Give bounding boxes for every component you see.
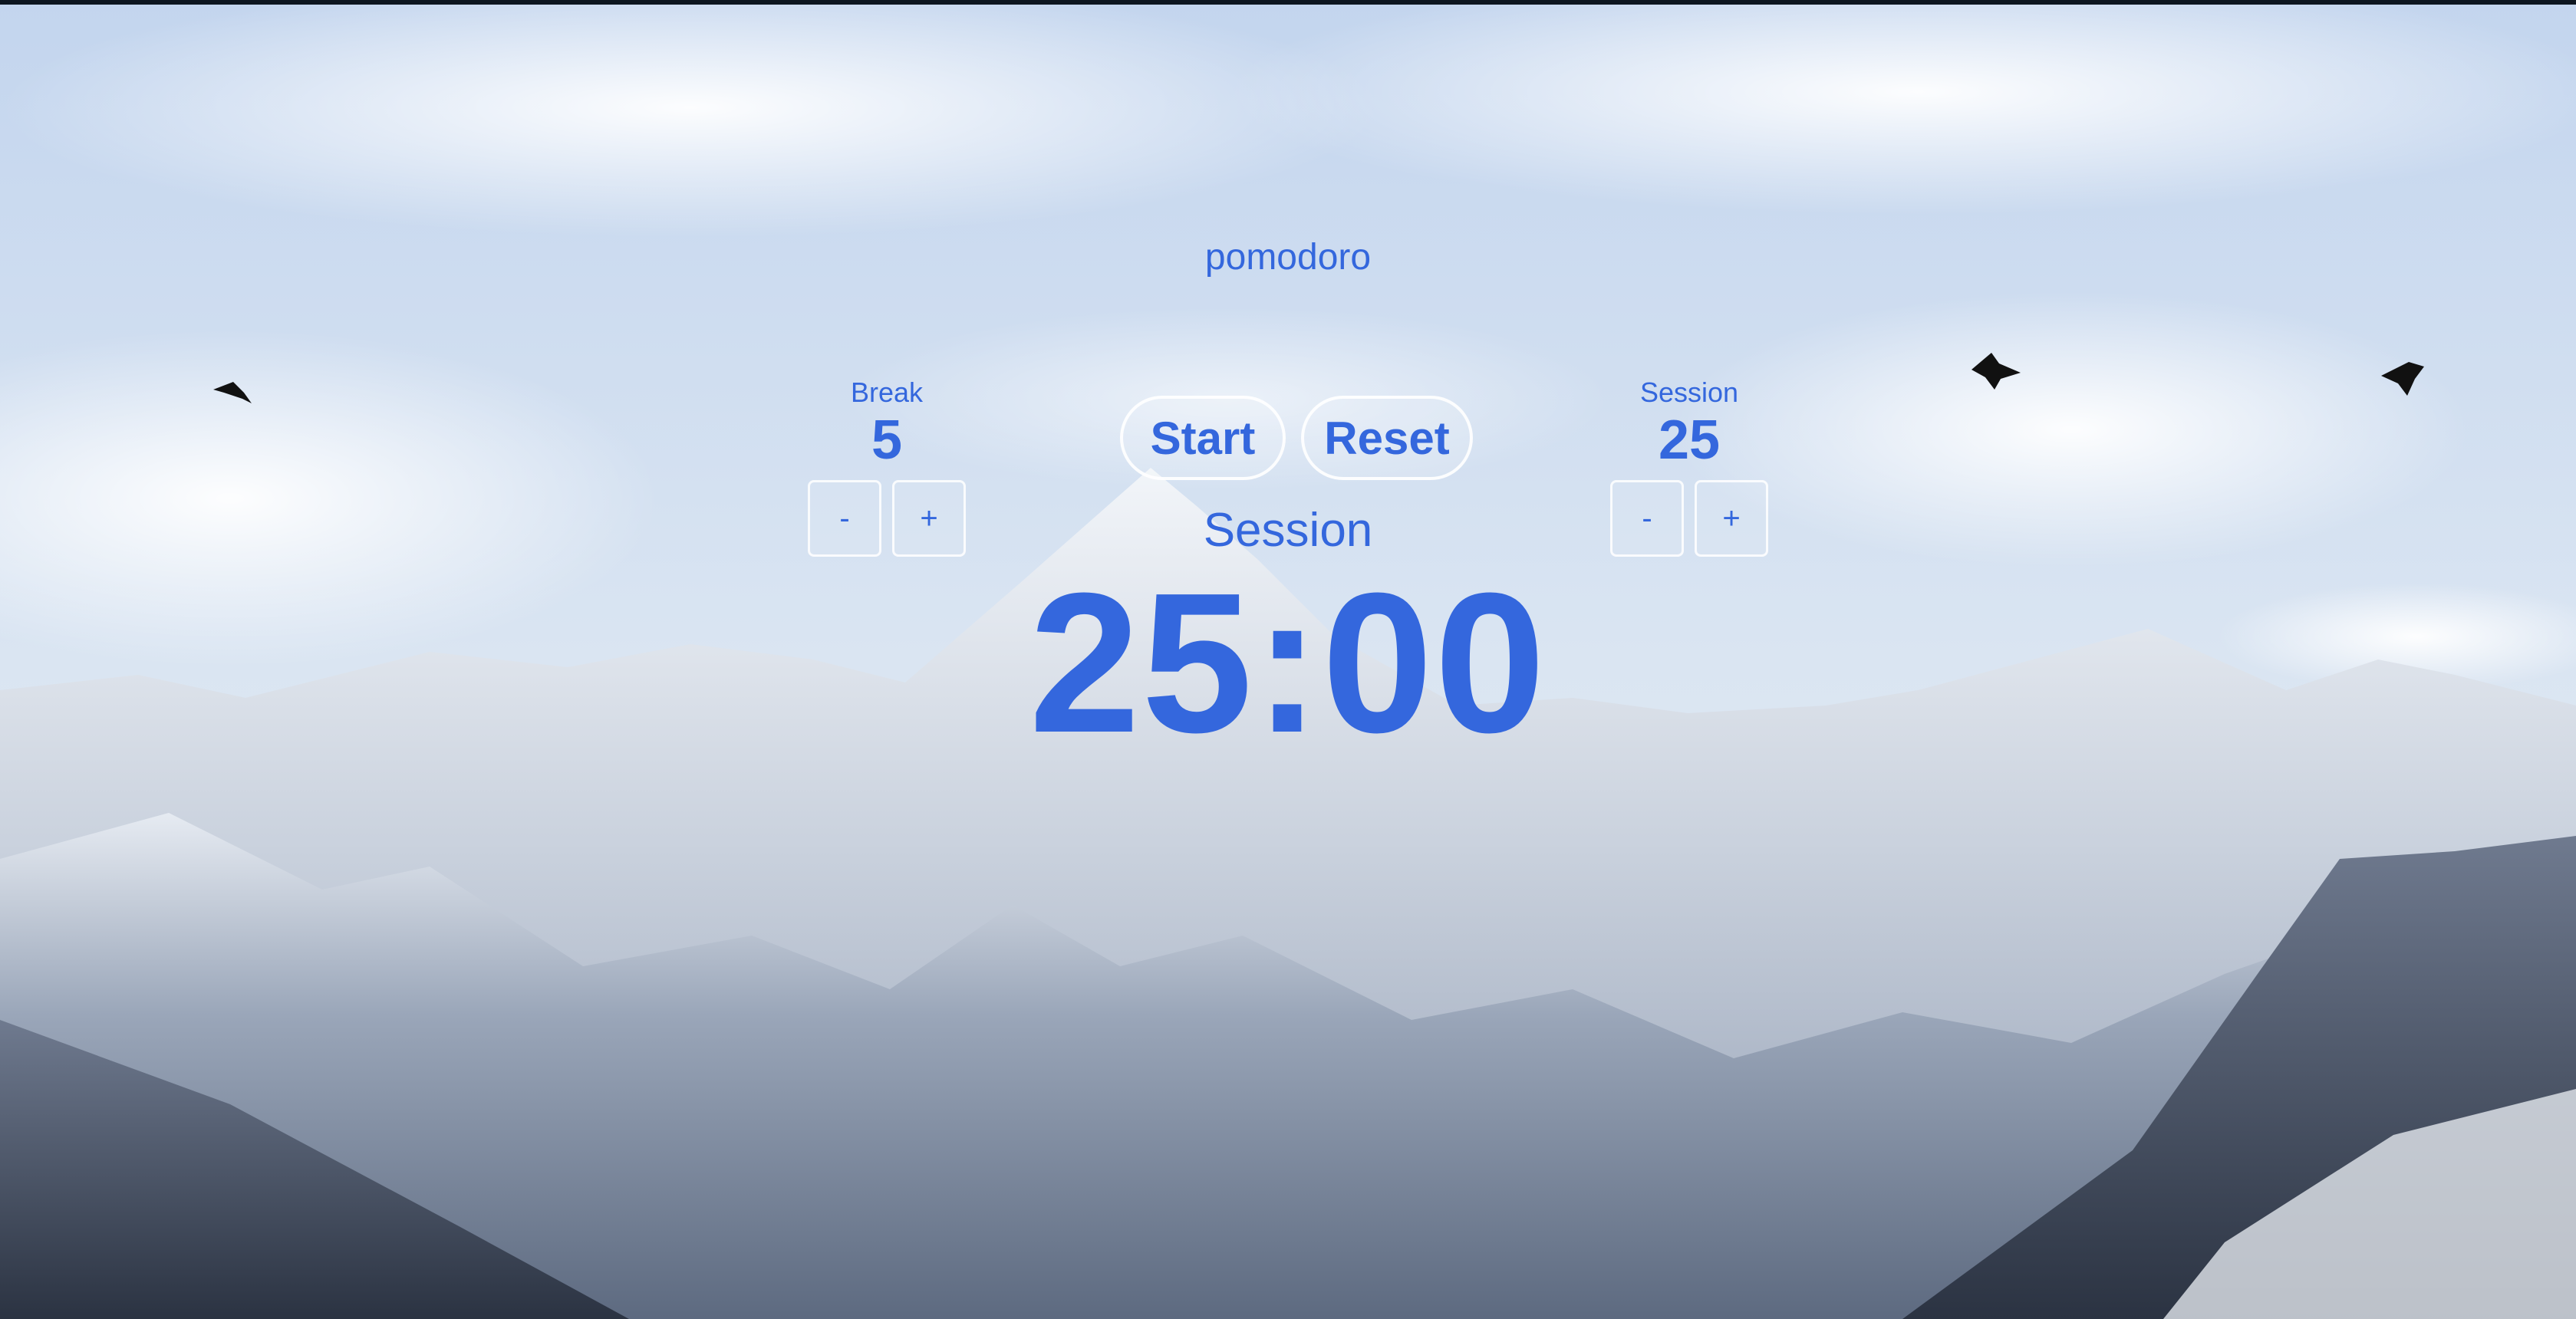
break-length-value: 5 — [871, 410, 903, 471]
session-label: Session — [1639, 377, 1739, 408]
app-stage: pomodoro Break 5 - + Start Reset Session… — [0, 0, 2576, 1319]
session-length-value: 25 — [1658, 410, 1721, 471]
timer-controls: Start Reset — [1120, 396, 1473, 480]
start-button[interactable]: Start — [1120, 396, 1286, 480]
reset-button[interactable]: Reset — [1301, 396, 1473, 480]
timer-mode-label: Session — [1203, 504, 1373, 557]
window-top-strip — [0, 0, 2576, 5]
countdown-display: 25:00 — [1029, 552, 1547, 775]
app-title: pomodoro — [1204, 237, 1372, 278]
break-label: Break — [850, 377, 924, 408]
